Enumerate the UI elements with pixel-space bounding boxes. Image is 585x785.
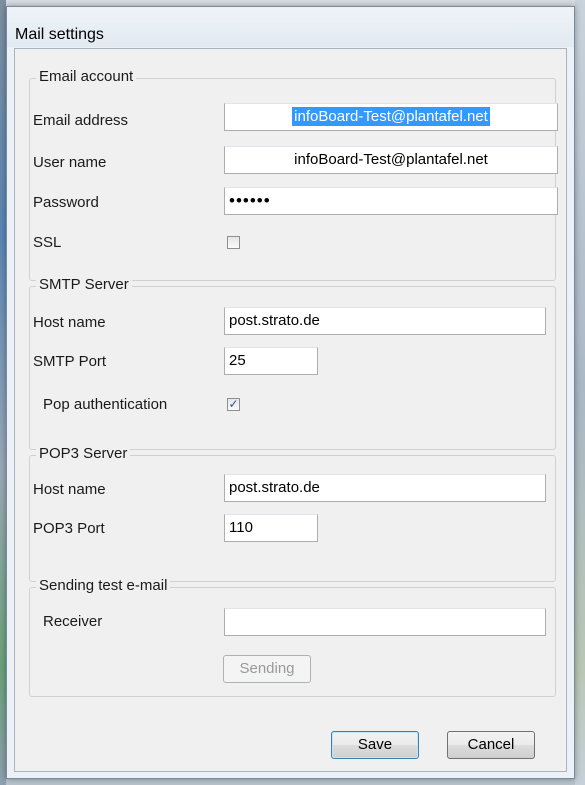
pop3-server-legend: POP3 Server (36, 445, 131, 462)
smtp-host-field[interactable]: post.strato.de (224, 307, 546, 335)
smtp-host-label: Host name (33, 314, 106, 331)
smtp-port-field[interactable]: 25 (224, 347, 318, 375)
smtp-port-label: SMTP Port (33, 353, 107, 370)
dialog-body: Email account Email address infoBoard-Te… (14, 48, 567, 772)
email-account-legend: Email account (36, 68, 137, 85)
email-address-field[interactable]: infoBoard-Test@plantafel.net (224, 103, 558, 131)
pop3-host-field[interactable]: post.strato.de (224, 474, 546, 502)
email-address-label: Email address (33, 112, 129, 129)
cancel-button[interactable]: Cancel (447, 731, 535, 759)
password-label: Password (33, 194, 99, 211)
pop-authentication-label: Pop authentication (43, 396, 168, 413)
user-name-label: User name (33, 154, 107, 171)
email-account-group: Email account Email address infoBoard-Te… (29, 68, 558, 281)
pop3-port-label: POP3 Port (33, 520, 105, 537)
pop3-port-field[interactable]: 110 (224, 514, 318, 542)
user-name-field[interactable]: infoBoard-Test@plantafel.net (224, 146, 558, 174)
receiver-label: Receiver (43, 613, 103, 630)
pop-authentication-checkbox[interactable]: ✓ (227, 398, 240, 411)
email-address-value: infoBoard-Test@plantafel.net (292, 107, 490, 126)
password-field[interactable]: •••••• (224, 187, 558, 215)
window-title: Mail settings (15, 26, 104, 43)
sending-button[interactable]: Sending (223, 655, 311, 683)
pop3-host-label: Host name (33, 481, 106, 498)
title-bar[interactable]: Mail settings (7, 7, 574, 47)
smtp-server-group: SMTP Server Host name post.strato.de SMT… (29, 276, 556, 450)
smtp-server-legend: SMTP Server (36, 276, 132, 293)
save-button[interactable]: Save (331, 731, 419, 759)
mail-settings-dialog: Mail settings Email account Email addres… (6, 6, 575, 779)
background-app-right (575, 0, 585, 785)
ssl-label: SSL (33, 234, 62, 251)
test-mail-group: Sending test e-mail Receiver Sending (29, 577, 556, 697)
receiver-field[interactable] (224, 608, 546, 636)
checkmark-icon: ✓ (228, 397, 239, 411)
ssl-checkbox[interactable] (227, 236, 240, 249)
test-mail-legend: Sending test e-mail (36, 577, 171, 594)
pop3-server-group: POP3 Server Host name post.strato.de POP… (29, 445, 556, 582)
